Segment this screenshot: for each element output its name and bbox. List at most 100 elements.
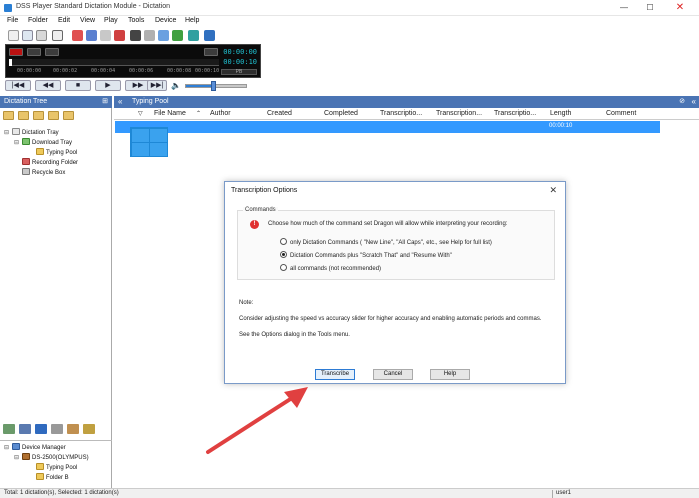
column-header[interactable]: Author [210,110,231,117]
volume-slider[interactable] [185,81,247,91]
collapse-left-icon[interactable]: « [118,97,122,106]
copy-icon[interactable] [22,30,33,41]
menu-device[interactable]: Device [155,17,176,24]
tree-node-typing-pool[interactable]: Typing Pool [36,148,77,157]
column-header[interactable]: Length [550,110,571,117]
tree-node-folder-b[interactable]: Folder B [36,473,69,482]
menu-file[interactable]: File [7,17,18,24]
collapse-right-icon[interactable]: « [692,97,696,106]
column-header[interactable]: Transcription... [436,110,482,117]
commands-prompt: Choose how much of the command set Drago… [268,221,508,227]
play-button[interactable]: ▶ [95,80,121,91]
paste-icon[interactable] [36,30,47,41]
column-header[interactable]: Completed [324,110,358,117]
tree-node-device-manager[interactable]: Device Manager [12,443,66,452]
dialog-close-button[interactable]: ✕ [549,185,557,196]
app-icon [4,4,12,12]
next-index-button[interactable]: ▶▶| [147,80,167,91]
menu-edit[interactable]: Edit [58,17,70,24]
radio-dictation-commands[interactable]: only Dictation Commands ( "New Line", "A… [280,238,492,246]
menu-folder[interactable]: Folder [28,17,48,24]
volume-knob[interactable] [211,81,216,91]
collapse-toggle[interactable]: ⊟ [4,129,9,136]
column-header[interactable]: File Name [154,110,186,117]
collapse-toggle[interactable]: ⊟ [4,444,9,451]
table-row[interactable]: 00:00:10 [115,121,660,133]
column-header[interactable]: Transcriptio... [380,110,422,117]
cancel-button[interactable]: Cancel [373,369,413,380]
note-label: Note: [239,300,254,306]
column-header[interactable]: Created [267,110,292,117]
collapse-toggle[interactable]: ⊟ [14,139,19,146]
folder-icon[interactable] [3,111,14,120]
tree-node-dictation-tray[interactable]: Dictation Tray [12,128,59,137]
menu-view[interactable]: View [80,17,95,24]
device-edit-icon[interactable] [83,424,95,434]
check-icon[interactable] [130,30,141,41]
pin-icon[interactable]: ⊞ [102,97,108,105]
options-hint: See the Options dialog in the Tools menu… [239,332,350,338]
no-filter-icon[interactable]: ⊘ [679,97,685,105]
tree-node-recording-folder[interactable]: Recording Folder [22,158,78,167]
maximize-button[interactable]: ☐ [638,0,662,16]
recycle-icon [22,168,30,175]
folder-icon[interactable] [63,111,74,120]
folder-icon[interactable] [33,111,44,120]
tree-node-recorder[interactable]: DS-2500(OLYMPUS) [22,453,89,462]
menu-help[interactable]: Help [185,17,199,24]
column-header[interactable]: Comment [606,110,636,117]
dictation-tree-title: Dictation Tree [4,98,48,105]
cut-icon[interactable] [8,30,19,41]
eye-button[interactable] [45,48,59,56]
tree-node-label: Device Manager [22,445,66,451]
radio-all-commands[interactable]: all commands (not recommended) [280,264,381,272]
menu-play[interactable]: Play [104,17,118,24]
close-button[interactable]: ✕ [668,0,692,16]
time-scale: 00:00:00 00:00:02 00:00:04 00:00:06 00:0… [9,68,219,75]
delete-icon[interactable] [52,30,63,41]
radio-label: all commands (not recommended) [290,266,382,272]
tree-node-recycle-box[interactable]: Recycle Box [22,168,65,177]
scissors-icon[interactable] [204,48,218,56]
device-sync-icon[interactable] [35,424,47,434]
tray-icon [12,128,20,135]
position-cursor[interactable] [9,59,12,66]
device-settings-icon[interactable] [51,424,63,434]
stop-button[interactable]: ■ [65,80,91,91]
tree-node-device-typing-pool[interactable]: Typing Pool [36,463,77,472]
send-icon[interactable] [86,30,97,41]
radio-dictation-plus-scratch[interactable]: Dictation Commands plus "Scratch That" a… [280,251,452,259]
device-download-icon[interactable] [3,424,15,434]
uncheck-icon[interactable] [144,30,155,41]
rewind-button[interactable]: ◀◀ [35,80,61,91]
previous-index-button[interactable]: |◀◀ [5,80,31,91]
device-upload-icon[interactable] [19,424,31,434]
record-icon[interactable] [114,30,125,41]
new-dictation-icon[interactable] [72,30,83,41]
properties-icon[interactable] [100,30,111,41]
position-track[interactable] [9,59,219,66]
radio-dot[interactable] [280,251,287,258]
refresh-icon[interactable] [172,30,183,41]
minimize-button[interactable]: — [612,0,636,16]
filter-icon[interactable]: ▽ [138,110,143,117]
collapse-toggle[interactable]: ⊟ [14,454,19,461]
arrow-head [284,387,308,408]
transcribe-icon[interactable] [158,30,169,41]
help-button[interactable]: Help [430,369,470,380]
radio-dot[interactable] [280,264,287,271]
device-folder-icon[interactable] [67,424,79,434]
menu-tools[interactable]: Tools [128,17,144,24]
folder-icon[interactable] [48,111,59,120]
playback-mode-button[interactable]: PB [221,69,257,75]
forward-icon[interactable] [188,30,199,41]
folder-icon [36,473,44,480]
device-icon[interactable] [204,30,215,41]
tree-node-download-tray[interactable]: Download Tray [22,138,72,147]
record-mode-button[interactable] [9,48,23,56]
column-header[interactable]: Transcriptio... [494,110,536,117]
radio-dot[interactable] [280,238,287,245]
index-button[interactable] [27,48,41,56]
folder-icon[interactable] [18,111,29,120]
tree-node-label: DS-2500(OLYMPUS) [32,455,89,461]
